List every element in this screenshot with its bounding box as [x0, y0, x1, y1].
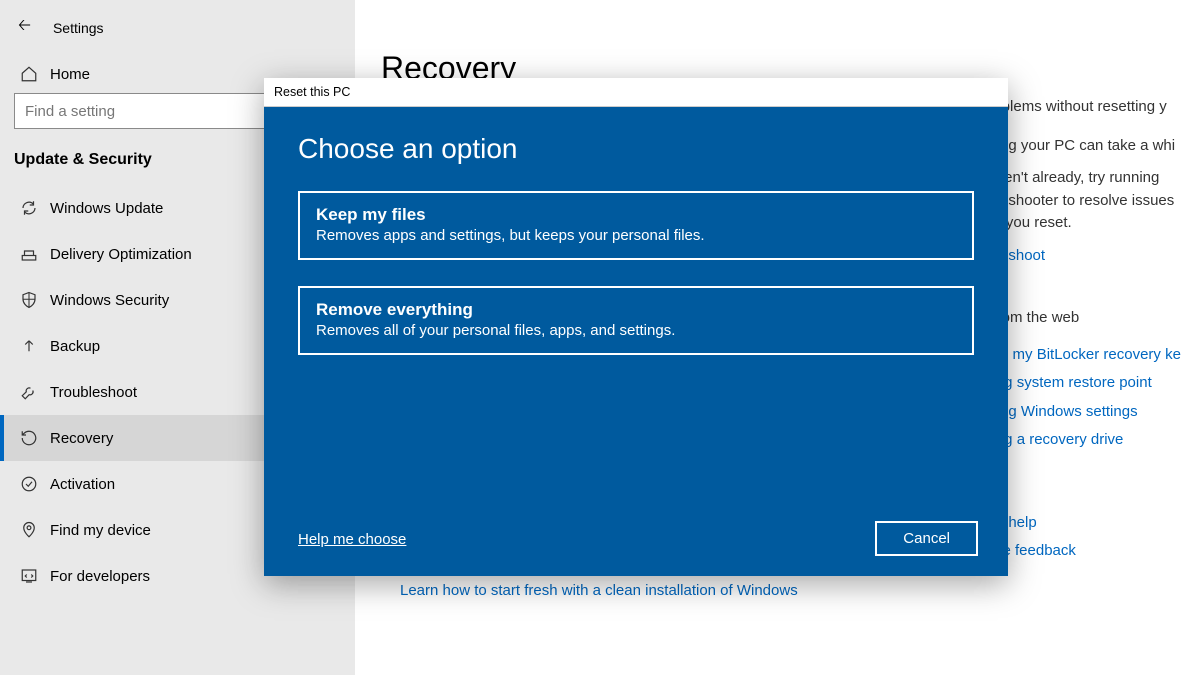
- recovery-drive-link[interactable]: ating a recovery drive: [980, 429, 1200, 452]
- reset-pc-dialog: Reset this PC Choose an option Keep my f…: [264, 78, 1008, 576]
- sync-icon: [20, 199, 50, 217]
- home-icon: [20, 65, 50, 83]
- get-help-link[interactable]: Get help: [980, 512, 1200, 535]
- nav-label: Find my device: [50, 522, 151, 539]
- info-text: problems without resetting y: [980, 96, 1200, 119]
- dialog-titlebar: Reset this PC: [264, 78, 1008, 107]
- info-text: ubleshooter to resolve issues: [980, 190, 1200, 213]
- backup-icon: [20, 337, 50, 355]
- nav-label: Recovery: [50, 430, 113, 447]
- nav-label: Windows Security: [50, 292, 169, 309]
- info-text: ore you reset.: [980, 212, 1200, 235]
- nav-label: Backup: [50, 338, 100, 355]
- nav-label: Troubleshoot: [50, 384, 137, 401]
- reset-settings-link[interactable]: etting Windows settings: [980, 401, 1200, 424]
- option-title: Keep my files: [316, 205, 956, 225]
- delivery-icon: [20, 245, 50, 263]
- bitlocker-link[interactable]: ding my BitLocker recovery ke: [980, 344, 1200, 367]
- check-circle-icon: [20, 475, 50, 493]
- option-keep-files[interactable]: Keep my files Removes apps and settings,…: [298, 191, 974, 260]
- option-title: Remove everything: [316, 300, 956, 320]
- nav-label: Windows Update: [50, 200, 163, 217]
- nav-label: Delivery Optimization: [50, 246, 192, 263]
- window-title: Settings: [53, 20, 104, 36]
- location-icon: [20, 521, 50, 539]
- help-me-choose-link[interactable]: Help me choose: [298, 531, 406, 548]
- web-help-heading: p from the web: [980, 307, 1200, 330]
- right-column: problems without resetting y etting your…: [980, 96, 1200, 569]
- nav-home-label: Home: [50, 66, 90, 83]
- dialog-heading: Choose an option: [298, 133, 974, 165]
- cancel-button[interactable]: Cancel: [875, 521, 978, 556]
- recovery-icon: [20, 429, 50, 447]
- option-desc: Removes apps and settings, but keeps you…: [316, 227, 956, 244]
- back-icon[interactable]: 🡠: [18, 14, 31, 41]
- developer-icon: [20, 567, 50, 585]
- nav-label: For developers: [50, 568, 150, 585]
- shield-icon: [20, 291, 50, 309]
- option-desc: Removes all of your personal files, apps…: [316, 322, 956, 339]
- learn-fresh-link[interactable]: Learn how to start fresh with a clean in…: [400, 582, 798, 599]
- search-placeholder: Find a setting: [25, 103, 115, 120]
- nav-label: Activation: [50, 476, 115, 493]
- info-text: etting your PC can take a whi: [980, 135, 1200, 158]
- restore-point-link[interactable]: ating system restore point: [980, 372, 1200, 395]
- troubleshoot-link[interactable]: ubleshoot: [980, 245, 1200, 268]
- wrench-icon: [20, 383, 50, 401]
- give-feedback-link[interactable]: Give feedback: [980, 540, 1200, 563]
- option-remove-everything[interactable]: Remove everything Removes all of your pe…: [298, 286, 974, 355]
- info-text: haven't already, try running: [980, 167, 1200, 190]
